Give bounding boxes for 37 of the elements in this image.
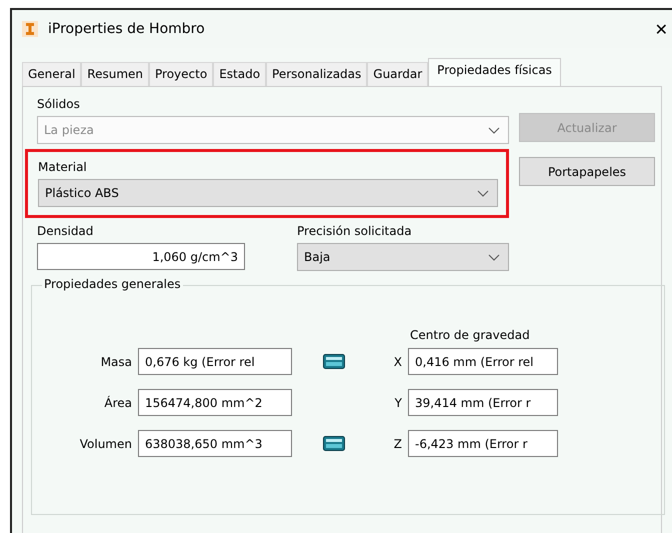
- property-label: Volumen: [78, 436, 132, 450]
- property-field[interactable]: 156474,800 mm^2: [138, 389, 292, 416]
- group-title: Propiedades generales: [42, 277, 183, 291]
- tab[interactable]: Propiedades físicas: [428, 58, 561, 86]
- tab[interactable]: General: [22, 62, 82, 86]
- center-field[interactable]: 39,414 mm (Error r: [408, 389, 558, 416]
- chevron-down-icon: [488, 254, 500, 260]
- tab[interactable]: Guardar: [367, 62, 428, 86]
- axis-label: X: [392, 354, 402, 368]
- field-label: Material: [38, 160, 88, 174]
- property-field[interactable]: 638038,650 mm^3: [138, 430, 292, 457]
- window-title: iProperties de Hombro: [48, 21, 205, 37]
- property-field[interactable]: 0,676 kg (Error rel: [138, 348, 292, 375]
- tab[interactable]: Resumen: [81, 62, 150, 86]
- field-label: Precisión solicitada: [297, 224, 413, 238]
- chevron-down-icon: [477, 190, 489, 196]
- property-label: Área: [103, 396, 132, 410]
- property-label: Masa: [100, 354, 132, 368]
- action-button[interactable]: Portapapeles: [519, 157, 655, 186]
- field-label: Sólidos: [37, 97, 81, 111]
- field-label: Densidad: [37, 224, 94, 238]
- density-field[interactable]: 1,060 g/cm^3: [37, 243, 245, 270]
- close-button[interactable]: ✕: [654, 20, 668, 38]
- center-field[interactable]: -6,423 mm (Error r: [408, 430, 558, 457]
- material-dropdown[interactable]: Plástico ABS: [38, 179, 498, 207]
- column-heading: Centro de gravedad: [409, 328, 531, 342]
- chevron-down-icon: [488, 126, 500, 134]
- center-field[interactable]: 0,416 mm (Error rel: [408, 348, 558, 375]
- tab[interactable]: Estado: [213, 62, 266, 86]
- precision-dropdown[interactable]: Baja: [297, 243, 509, 271]
- axis-label: Y: [394, 396, 402, 410]
- calculator-icon[interactable]: [323, 354, 345, 369]
- tab[interactable]: Proyecto: [149, 62, 214, 86]
- axis-label: Z: [392, 436, 402, 450]
- tab[interactable]: Personalizadas: [266, 62, 368, 86]
- app-icon: [22, 21, 38, 37]
- calculator-icon[interactable]: [323, 436, 345, 451]
